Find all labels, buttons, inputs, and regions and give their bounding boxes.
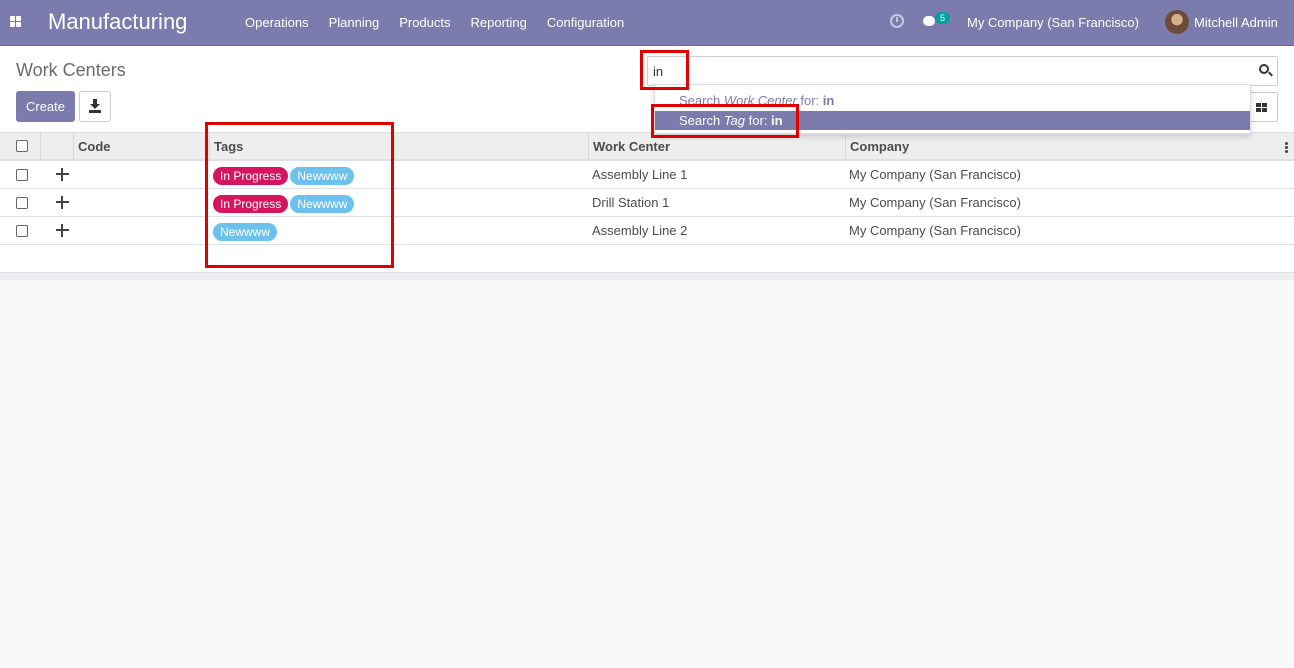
activity-clock-icon[interactable]	[890, 14, 904, 28]
user-avatar[interactable]	[1165, 10, 1189, 34]
search-input[interactable]	[653, 63, 693, 79]
cell-tags: Newwww	[213, 217, 279, 245]
apps-menu-icon[interactable]	[10, 16, 22, 28]
column-tags[interactable]: Tags	[209, 133, 588, 161]
cell-work-center: Assembly Line 2	[592, 223, 688, 238]
user-menu[interactable]: Mitchell Admin	[1194, 15, 1278, 30]
chat-icon[interactable]	[923, 16, 935, 26]
row-checkbox[interactable]	[16, 225, 28, 237]
drag-handle-icon[interactable]	[56, 168, 69, 181]
kanban-view-button[interactable]	[1247, 92, 1278, 122]
table-row[interactable]: In Progress Newwww Drill Station 1 My Com…	[0, 189, 1294, 217]
cell-tags: In Progress Newwww	[213, 189, 356, 217]
table-row[interactable]: Newwww Assembly Line 2 My Company (San F…	[0, 217, 1294, 245]
company-switcher[interactable]: My Company (San Francisco)	[967, 15, 1139, 30]
column-company[interactable]: Company	[845, 133, 1275, 161]
menu-item-reporting[interactable]: Reporting	[461, 15, 537, 30]
row-checkbox[interactable]	[16, 197, 28, 209]
menu-item-configuration[interactable]: Configuration	[537, 15, 634, 30]
row-checkbox[interactable]	[16, 169, 28, 181]
select-all-checkbox[interactable]	[16, 140, 28, 152]
main-menu: Operations Planning Products Reporting C…	[235, 15, 634, 30]
empty-row	[0, 245, 1294, 273]
cell-company: My Company (San Francisco)	[849, 167, 1021, 182]
tag-badge: Newwww	[290, 194, 355, 213]
top-navbar: Manufacturing Operations Planning Produc…	[0, 0, 1294, 46]
search-work-center-option[interactable]: Search Work Center for: in	[655, 91, 1250, 110]
work-centers-table: Code Tags Work Center Company In Progres…	[0, 133, 1294, 280]
create-button[interactable]: Create	[16, 91, 75, 122]
export-button[interactable]	[79, 91, 111, 122]
breadcrumb: Work Centers	[16, 60, 126, 80]
menu-item-products[interactable]: Products	[389, 15, 460, 30]
drag-handle-icon[interactable]	[56, 196, 69, 209]
cell-company: My Company (San Francisco)	[849, 195, 1021, 210]
app-title[interactable]: Manufacturing	[48, 9, 187, 35]
search-tag-option[interactable]: Search Tag for: in	[655, 111, 1250, 130]
search-autocomplete-dropdown: Search Work Center for: in Search Tag fo…	[654, 84, 1251, 134]
search-bar[interactable]	[647, 56, 1278, 86]
optional-columns-icon[interactable]	[1285, 142, 1288, 153]
drag-handle-icon[interactable]	[56, 224, 69, 237]
tag-badge: In Progress	[213, 166, 289, 185]
cell-tags: In Progress Newwww	[213, 161, 356, 189]
tag-badge: Newwww	[213, 222, 278, 241]
download-icon	[90, 99, 100, 109]
menu-item-planning[interactable]: Planning	[319, 15, 390, 30]
table-row[interactable]: In Progress Newwww Assembly Line 1 My Com…	[0, 161, 1294, 189]
table-footer	[0, 273, 1294, 280]
table-header: Code Tags Work Center Company	[0, 133, 1294, 161]
chat-count-badge: 5	[935, 12, 951, 24]
tag-badge: In Progress	[213, 194, 289, 213]
download-tray-icon	[89, 110, 101, 113]
tag-badge: Newwww	[290, 166, 355, 185]
column-work-center[interactable]: Work Center	[588, 133, 845, 161]
cell-work-center: Drill Station 1	[592, 195, 670, 210]
cell-work-center: Assembly Line 1	[592, 167, 688, 182]
menu-item-operations[interactable]: Operations	[235, 15, 319, 30]
cell-company: My Company (San Francisco)	[849, 223, 1021, 238]
column-code[interactable]: Code	[73, 133, 209, 161]
search-icon[interactable]	[1259, 64, 1269, 74]
column-handle	[40, 133, 73, 161]
